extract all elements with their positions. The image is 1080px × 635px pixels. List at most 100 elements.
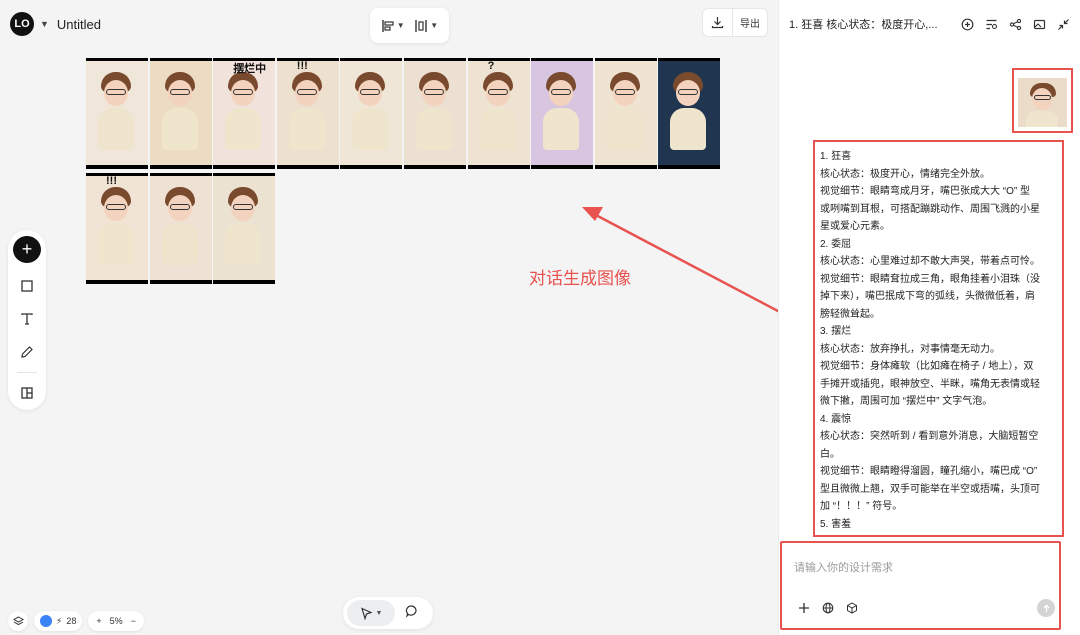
align-left-button[interactable]: ▼ xyxy=(381,19,405,33)
align-left-icon xyxy=(382,19,394,32)
layout-icon xyxy=(21,387,33,400)
generated-image[interactable] xyxy=(404,58,466,169)
message-line: 型且微微上翘，双手可能举在半空或捂嘴，头顶可 xyxy=(820,483,1040,495)
body-shape xyxy=(161,223,198,265)
layers-icon xyxy=(12,615,24,625)
message-line: 核心状态：突然听到 / 看到意外消息，大脑短暂空 xyxy=(820,431,1039,442)
glasses-shape xyxy=(424,89,444,95)
canvas[interactable]: LO ▼ Untitled ▼ ▼ 导出 摆烂中!!!?!!! + 对话生成图像… xyxy=(0,0,778,635)
text-tool[interactable] xyxy=(13,305,41,332)
glasses-shape xyxy=(106,89,126,95)
message-line: 膀轻微耸起。 xyxy=(820,308,880,320)
cursor-icon xyxy=(360,606,373,620)
glasses-shape xyxy=(487,89,508,95)
add-circle-icon[interactable] xyxy=(959,16,975,32)
zoom-control: + 5% − xyxy=(88,611,144,631)
generated-image[interactable] xyxy=(594,58,657,169)
comment-icon xyxy=(405,604,417,618)
generated-image[interactable]: !!! xyxy=(276,58,339,169)
assistant-message: 1. 狂喜 核心状态：极度开心，情绪完全外放。 视觉细节：眼睛弯成月牙，嘴巴张成大大… xyxy=(813,140,1064,537)
send-button[interactable] xyxy=(1037,599,1055,617)
left-toolbar: + xyxy=(8,230,46,410)
gallery-icon[interactable] xyxy=(1031,16,1047,32)
collapse-icon[interactable] xyxy=(1055,16,1071,32)
download-icon xyxy=(711,17,724,29)
generated-image[interactable] xyxy=(531,58,594,169)
distribute-icon xyxy=(415,19,427,32)
avatar xyxy=(40,615,52,627)
pen-tool[interactable] xyxy=(13,338,41,365)
credits-count: 28 xyxy=(66,616,77,626)
body-shape xyxy=(161,108,198,150)
filter-icon[interactable] xyxy=(983,16,999,32)
image-decoration: ? xyxy=(487,60,495,72)
body-shape xyxy=(225,108,262,150)
share-icon[interactable] xyxy=(1007,16,1023,32)
export-button[interactable]: 导出 xyxy=(733,15,767,30)
body-shape xyxy=(606,108,643,150)
comment-button[interactable] xyxy=(405,604,419,623)
chevron-down-icon: ▼ xyxy=(430,21,439,30)
panel-title: 1. 狂喜 核心状态：极度开心,... xyxy=(789,19,938,31)
message-line: 微下撇，周围可加 “摆烂中” 文字气泡。 xyxy=(820,396,993,407)
chevron-down-icon: ▼ xyxy=(396,21,405,30)
body-shape xyxy=(416,108,452,150)
generated-image[interactable] xyxy=(149,173,212,284)
bottom-left-controls: ⚡ 28 + 5% − xyxy=(8,611,144,631)
add-attachment-icon[interactable] xyxy=(798,601,810,619)
generated-image[interactable]: !!! xyxy=(86,173,148,284)
generated-image[interactable] xyxy=(340,58,403,169)
download-button[interactable] xyxy=(703,9,733,36)
glasses-shape xyxy=(169,89,190,95)
glasses-shape xyxy=(360,89,381,95)
generated-image-thumbnail[interactable] xyxy=(1018,78,1067,127)
add-button[interactable]: + xyxy=(13,236,41,263)
message-line: 5. 害羞 xyxy=(820,518,852,530)
generated-image[interactable] xyxy=(86,58,148,169)
body-shape xyxy=(98,223,134,265)
pen-icon xyxy=(21,345,33,358)
generated-image[interactable] xyxy=(149,58,212,169)
message-line: 核心状态：因尴尬或被夸奖，脸颊发热，想隐藏自 xyxy=(820,533,1058,535)
message-line: 4. 震惊 xyxy=(820,413,852,425)
generated-image[interactable] xyxy=(658,58,721,169)
message-line: 3. 摆烂 xyxy=(820,326,852,337)
image-decoration: 摆烂中 xyxy=(233,63,267,75)
glasses-shape xyxy=(169,204,190,210)
glasses-shape xyxy=(296,89,317,95)
layers-button[interactable] xyxy=(8,611,28,631)
globe-icon[interactable] xyxy=(822,601,834,619)
glasses-shape xyxy=(233,89,254,95)
message-line: 2. 委屈 xyxy=(820,238,852,250)
select-tool-button[interactable]: ▼ xyxy=(347,600,395,626)
generated-image[interactable]: 摆烂中 xyxy=(213,58,276,169)
cube-icon[interactable] xyxy=(846,601,858,619)
rectangle-icon xyxy=(21,279,33,292)
chevron-down-icon[interactable]: ▼ xyxy=(40,19,49,29)
bottom-toolbar: ▼ xyxy=(343,597,433,629)
body-shape xyxy=(543,108,580,150)
credits-badge[interactable]: ⚡ 28 xyxy=(34,611,83,631)
rectangle-tool[interactable] xyxy=(13,272,41,299)
logo-icon[interactable]: LO xyxy=(10,12,34,36)
zoom-level: 5% xyxy=(109,616,123,626)
body-shape xyxy=(352,108,389,150)
zoom-in-button[interactable]: + xyxy=(96,616,101,626)
document-title[interactable]: Untitled xyxy=(57,17,101,32)
chat-input[interactable]: 请输入你的设计需求 xyxy=(794,559,893,575)
zoom-out-button[interactable]: − xyxy=(131,616,136,626)
glasses-shape xyxy=(106,204,126,210)
glasses-shape xyxy=(678,89,699,95)
body-shape xyxy=(1026,111,1058,127)
generated-image[interactable] xyxy=(213,173,276,284)
message-line: 1. 狂喜 xyxy=(820,151,852,162)
message-line: 手摊开或插兜，眼神放空、半眯，嘴角无表情或轻 xyxy=(820,378,1040,390)
layout-tool[interactable] xyxy=(13,380,41,407)
distribute-button[interactable]: ▼ xyxy=(414,19,438,33)
message-line: 或咧嘴到耳根，可搭配蹦跳动作、周围飞溅的小星 xyxy=(820,203,1040,215)
message-line: 核心状态：极度开心，情绪完全外放。 xyxy=(820,168,990,180)
generated-image[interactable]: ? xyxy=(467,58,530,169)
export-group: 导出 xyxy=(702,8,768,37)
body-shape xyxy=(479,108,516,150)
image-decoration: !!! xyxy=(296,60,308,72)
